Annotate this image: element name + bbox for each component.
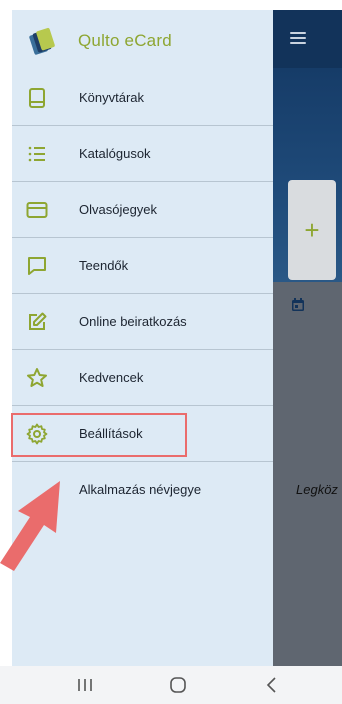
drawer-item-tasks[interactable]: Teendők bbox=[12, 238, 273, 294]
drawer-header: Qulto eCard bbox=[12, 10, 273, 70]
drawer-item-reader-cards[interactable]: Olvasójegyek bbox=[12, 182, 273, 238]
list-icon bbox=[28, 146, 45, 162]
back-icon[interactable] bbox=[262, 676, 282, 694]
hamburger-menu-icon[interactable] bbox=[290, 32, 306, 44]
calendar-icon bbox=[292, 298, 304, 311]
drawer-item-label: Alkalmazás névjegye bbox=[79, 482, 202, 497]
home-icon[interactable] bbox=[168, 676, 188, 694]
add-card-button[interactable]: + bbox=[288, 180, 336, 280]
chat-icon bbox=[28, 257, 46, 275]
system-navigation-bar bbox=[0, 666, 342, 704]
pointer-arrow-icon bbox=[0, 481, 60, 571]
star-icon bbox=[27, 368, 47, 387]
drawer-item-label: Könyvtárak bbox=[79, 90, 145, 105]
edit-icon bbox=[29, 312, 47, 330]
drawer-item-label: Olvasójegyek bbox=[79, 202, 158, 217]
background-text: Legköz bbox=[296, 482, 338, 497]
drawer-item-online-registration[interactable]: Online beiratkozás bbox=[12, 294, 273, 350]
drawer-item-label: Kedvencek bbox=[79, 370, 144, 385]
card-icon bbox=[26, 202, 48, 218]
drawer-item-label: Online beiratkozás bbox=[79, 314, 187, 329]
drawer-item-label: Teendők bbox=[79, 258, 129, 273]
recent-apps-icon[interactable] bbox=[75, 676, 95, 694]
drawer-item-label: Katalógusok bbox=[79, 146, 151, 161]
app-logo-icon bbox=[29, 27, 55, 55]
drawer-item-favorites[interactable]: Kedvencek bbox=[12, 350, 273, 406]
app-title: Qulto eCard bbox=[78, 31, 172, 50]
settings-highlight-box bbox=[11, 413, 187, 457]
book-icon bbox=[29, 88, 45, 108]
drawer-item-catalogs[interactable]: Katalógusok bbox=[12, 126, 273, 182]
drawer-item-libraries[interactable]: Könyvtárak bbox=[12, 70, 273, 126]
